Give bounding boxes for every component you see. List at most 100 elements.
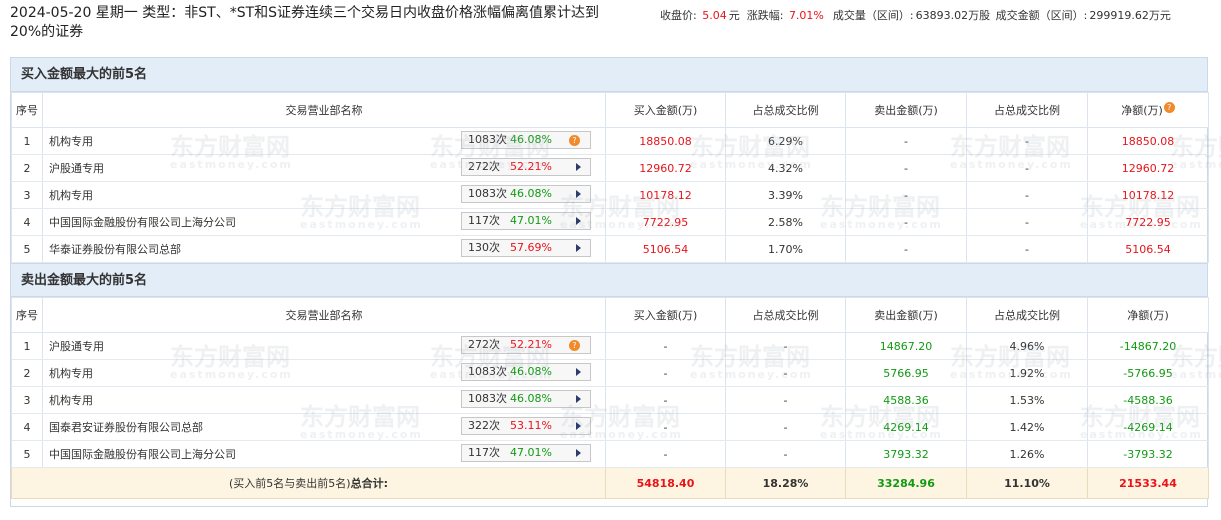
listing-count: 1083次 [468,392,507,405]
sell-amount: 3793.32 [845,440,967,468]
expand-arrow-icon[interactable] [576,244,581,252]
listing-count: 117次 [468,214,500,227]
sell-pct: 4.96% [966,332,1088,360]
table-row: 2 沪股通专用 272次 52.21% 12960.72 4.32% - -12960.72 [11,154,1209,182]
branch-stats-box[interactable]: 117次 47.01% [461,212,591,230]
sell-amount: 14867.20 [845,332,967,360]
branch-name-cell: 机构专用 1083次 46.08%? [42,127,606,155]
branch-name[interactable]: 机构专用 [49,133,93,149]
net-amount: 18850.08 [1087,127,1209,155]
net-amount: -4588.36 [1087,386,1209,414]
branch-name-cell: 机构专用 1083次 46.08% [42,386,606,414]
buy-header-row: 序号 交易营业部名称 买入金额(万) 占总成交比例 卖出金额(万) 占总成交比例… [11,92,1209,128]
total-net: 21533.44 [1087,467,1209,499]
sell-pct: 1.26% [966,440,1088,468]
success-rate: 47.01% [510,214,552,227]
branch-name[interactable]: 机构专用 [49,392,93,408]
buy-amount: 12960.72 [605,154,726,182]
help-icon[interactable]: ? [569,135,580,146]
branch-name[interactable]: 中国国际金融股份有限公司上海分公司 [49,446,236,462]
buy-pct: 6.29% [725,127,846,155]
header-idx: 序号 [11,297,43,333]
row-index: 1 [11,332,43,360]
success-rate: 52.21% [510,160,552,173]
buy-pct: - [725,386,846,414]
sell-amount: - [845,235,967,263]
page-title: 2024-05-20 星期一 类型：非ST、*ST和S证券连续三个交易日内收盘价… [10,5,600,40]
sell-amount: - [845,181,967,209]
branch-name[interactable]: 华泰证券股份有限公司总部 [49,241,181,257]
branch-stats-box[interactable]: 1083次 46.08% [461,390,591,408]
listing-count: 1083次 [468,187,507,200]
branch-name[interactable]: 机构专用 [49,365,93,381]
table-row: 3 机构专用 1083次 46.08% - -4588.36 1.53% -4588.36 [11,386,1209,414]
buy-amount: - [605,440,726,468]
expand-arrow-icon[interactable] [576,449,581,457]
rank-list-panel: 买入金额最大的前5名 序号 交易营业部名称 买入金额(万) 占总成交比例 卖出金… [10,57,1209,507]
listing-count: 322次 [468,419,500,432]
buy-pct: 2.58% [725,208,846,236]
success-rate: 46.08% [510,133,552,146]
branch-stats-box[interactable]: 1083次 46.08% [461,363,591,381]
branch-stats-box[interactable]: 272次 52.21% [461,158,591,176]
net-amount: 12960.72 [1087,154,1209,182]
sell-amount: - [845,127,967,155]
buy-amount: 5106.54 [605,235,726,263]
buy-pct: 4.32% [725,154,846,182]
expand-arrow-icon[interactable] [576,368,581,376]
branch-name[interactable]: 中国国际金融股份有限公司上海分公司 [49,214,236,230]
branch-name-cell: 中国国际金融股份有限公司上海分公司 117次 47.01% [42,208,606,236]
branch-name[interactable]: 机构专用 [49,187,93,203]
header-buy-amount: 买入金额(万) [605,92,726,128]
branch-name[interactable]: 国泰君安证券股份有限公司总部 [49,419,203,435]
change-value: 7.01% [788,9,824,22]
branch-stats-box[interactable]: 117次 47.01% [461,444,591,462]
row-index: 4 [11,208,43,236]
sell-pct: - [966,181,1088,209]
success-rate: 57.69% [510,241,552,254]
sell-amount: 4588.36 [845,386,967,414]
expand-arrow-icon[interactable] [576,217,581,225]
branch-name[interactable]: 沪股通专用 [49,338,104,354]
header-buy-pct: 占总成交比例 [725,297,846,333]
branch-name-cell: 沪股通专用 272次 52.21% [42,154,606,182]
branch-name-cell: 国泰君安证券股份有限公司总部 322次 53.11% [42,413,606,441]
table-row: 3 机构专用 1083次 46.08% 10178.12 3.39% - -10178.12 [11,181,1209,209]
row-index: 2 [11,359,43,387]
sell-amount: - [845,154,967,182]
buy-pct: - [725,440,846,468]
branch-stats-box[interactable]: 272次 52.21%? [461,336,591,354]
row-index: 2 [11,154,43,182]
sell-pct: - [966,154,1088,182]
header-net: 净额(万) [1087,297,1209,333]
branch-stats-box[interactable]: 1083次 46.08% [461,185,591,203]
success-rate: 46.08% [510,365,552,378]
branch-stats-box[interactable]: 1083次 46.08%? [461,131,591,149]
help-icon[interactable]: ? [569,340,580,351]
branch-name-cell: 中国国际金融股份有限公司上海分公司 117次 47.01% [42,440,606,468]
row-index: 1 [11,127,43,155]
buy-pct: - [725,413,846,441]
expand-arrow-icon[interactable] [576,422,581,430]
header-net-label: 净额(万) [1121,104,1163,117]
expand-arrow-icon[interactable] [576,163,581,171]
sell-amount: - [845,208,967,236]
close-unit: 元 [728,9,740,22]
branch-stats-box[interactable]: 322次 53.11% [461,417,591,435]
help-icon[interactable]: ? [1163,102,1175,113]
buy-pct: - [725,359,846,387]
header-name: 交易营业部名称 [42,297,606,333]
table-row: 1 沪股通专用 272次 52.21%? - -14867.20 4.96% -14867.2… [11,332,1209,360]
row-index: 3 [11,386,43,414]
expand-arrow-icon[interactable] [576,190,581,198]
row-index: 3 [11,181,43,209]
branch-stats-box[interactable]: 130次 57.69% [461,239,591,257]
branch-name[interactable]: 沪股通专用 [49,160,104,176]
listing-count: 1083次 [468,133,507,146]
success-rate: 47.01% [510,446,552,459]
header-buy-amount: 买入金额(万) [605,297,726,333]
table-row: 2 机构专用 1083次 46.08% - -5766.95 1.92% -5766.95 [11,359,1209,387]
branch-name-cell: 沪股通专用 272次 52.21%? [42,332,606,360]
volume-label: 成交量（区间）: [832,9,914,22]
expand-arrow-icon[interactable] [576,395,581,403]
